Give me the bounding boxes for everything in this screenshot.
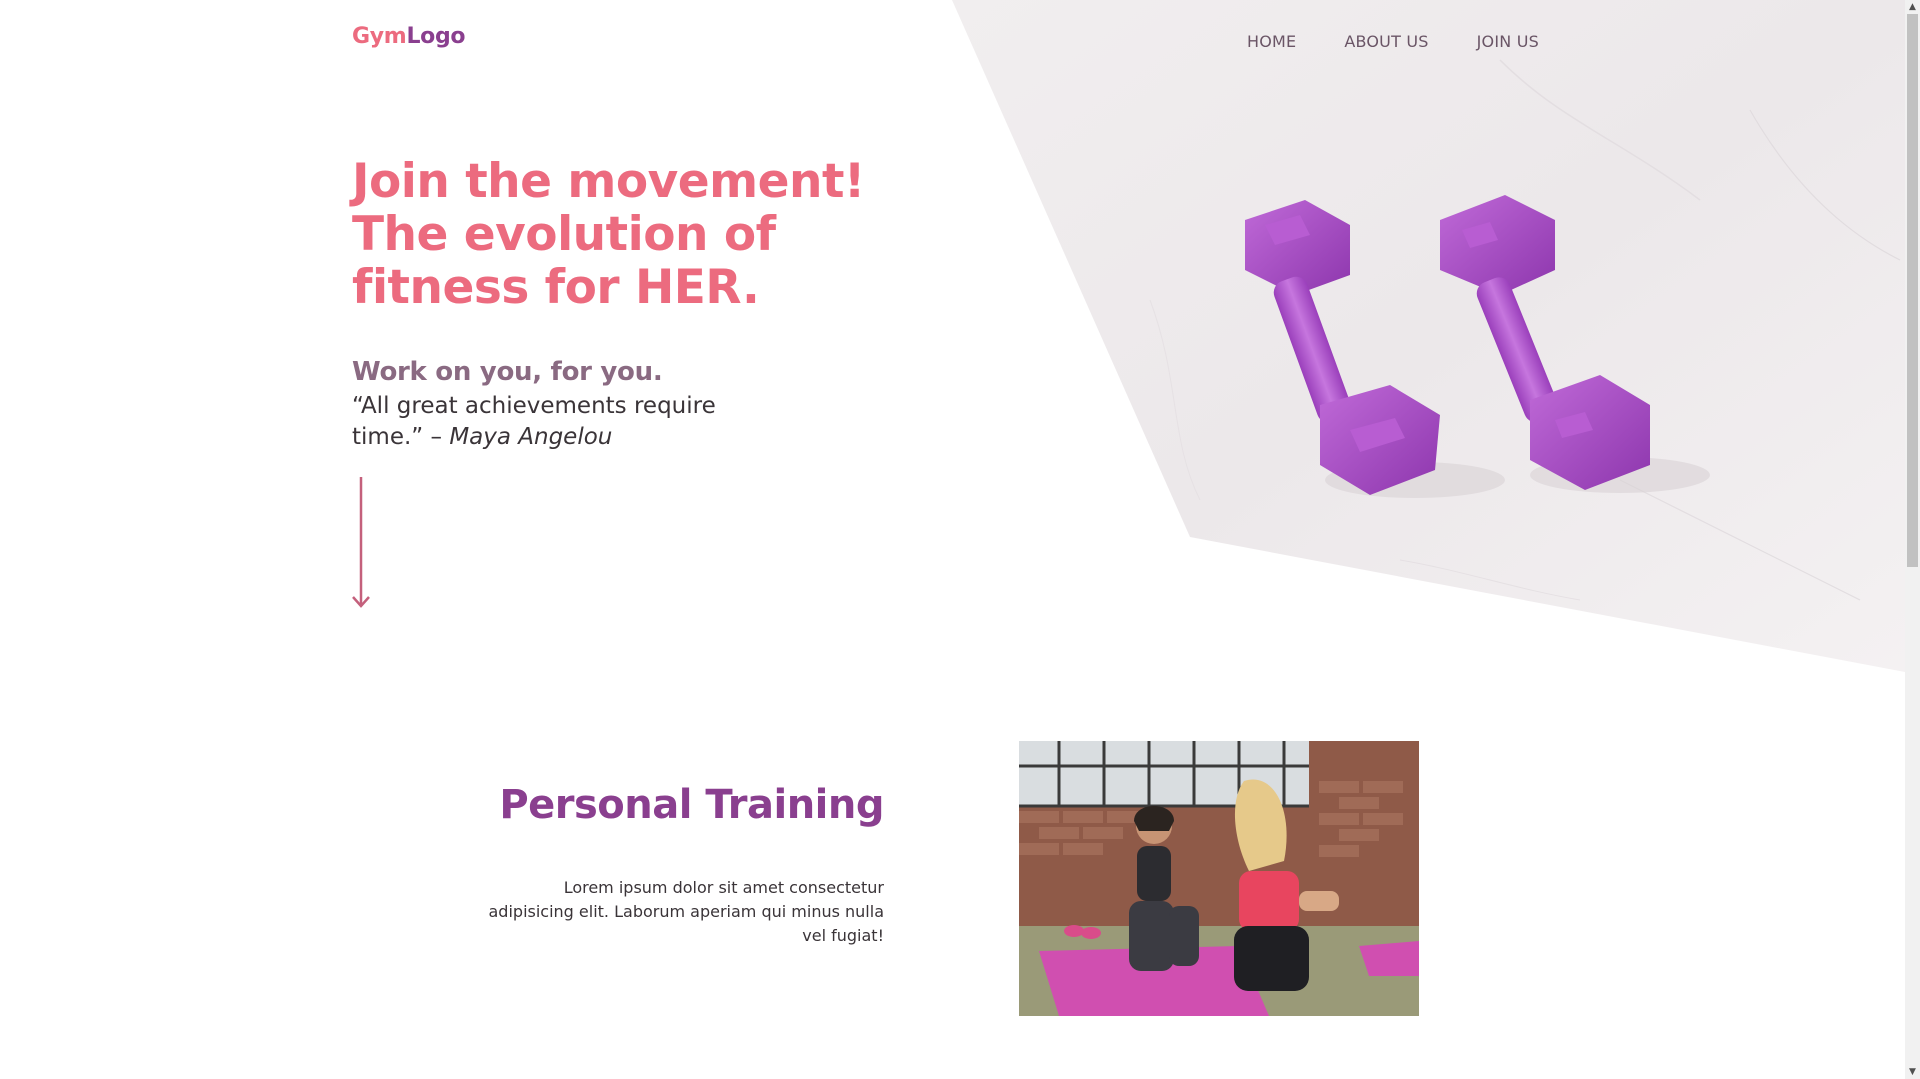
- section-title: Personal Training: [499, 782, 884, 828]
- quote-author: Maya Angelou: [449, 424, 613, 450]
- scrollbar-thumb[interactable]: [1907, 14, 1918, 567]
- dumbbells-image: [1200, 180, 1720, 530]
- nav-about-us-link[interactable]: ABOUT US: [1344, 32, 1428, 51]
- personal-training-photo: [1019, 741, 1419, 1016]
- logo-part-logo: Logo: [406, 24, 466, 49]
- scroll-down-icon[interactable]: ▼: [1905, 1065, 1920, 1079]
- nav-join-us-link[interactable]: JOIN US: [1477, 32, 1539, 51]
- logo-part-gym: Gym: [352, 24, 407, 49]
- gym-logo[interactable]: GymLogo: [352, 24, 466, 49]
- arrow-down-icon[interactable]: [350, 475, 372, 610]
- hero-title-line2: The evolution of: [352, 207, 776, 262]
- scroll-up-icon[interactable]: ▲: [1905, 0, 1920, 14]
- hero-subtitle: Work on you, for you.: [352, 357, 663, 387]
- main-nav: HOME ABOUT US JOIN US: [1247, 32, 1587, 51]
- hero-title-line3: fitness for HER.: [352, 260, 760, 315]
- page: GymLogo HOME ABOUT US JOIN US Join the m…: [0, 0, 1920, 1079]
- hero-title-line1: Join the movement!: [352, 154, 865, 209]
- hero-title: Join the movement! The evolution of fitn…: [352, 155, 872, 314]
- section-description: Lorem ipsum dolor sit amet consectetur a…: [488, 878, 885, 945]
- hero-quote: “All great achievements require time.” –…: [352, 391, 752, 453]
- nav-home-link[interactable]: HOME: [1247, 32, 1296, 51]
- page-scrollbar[interactable]: ▲ ▼: [1905, 0, 1920, 1079]
